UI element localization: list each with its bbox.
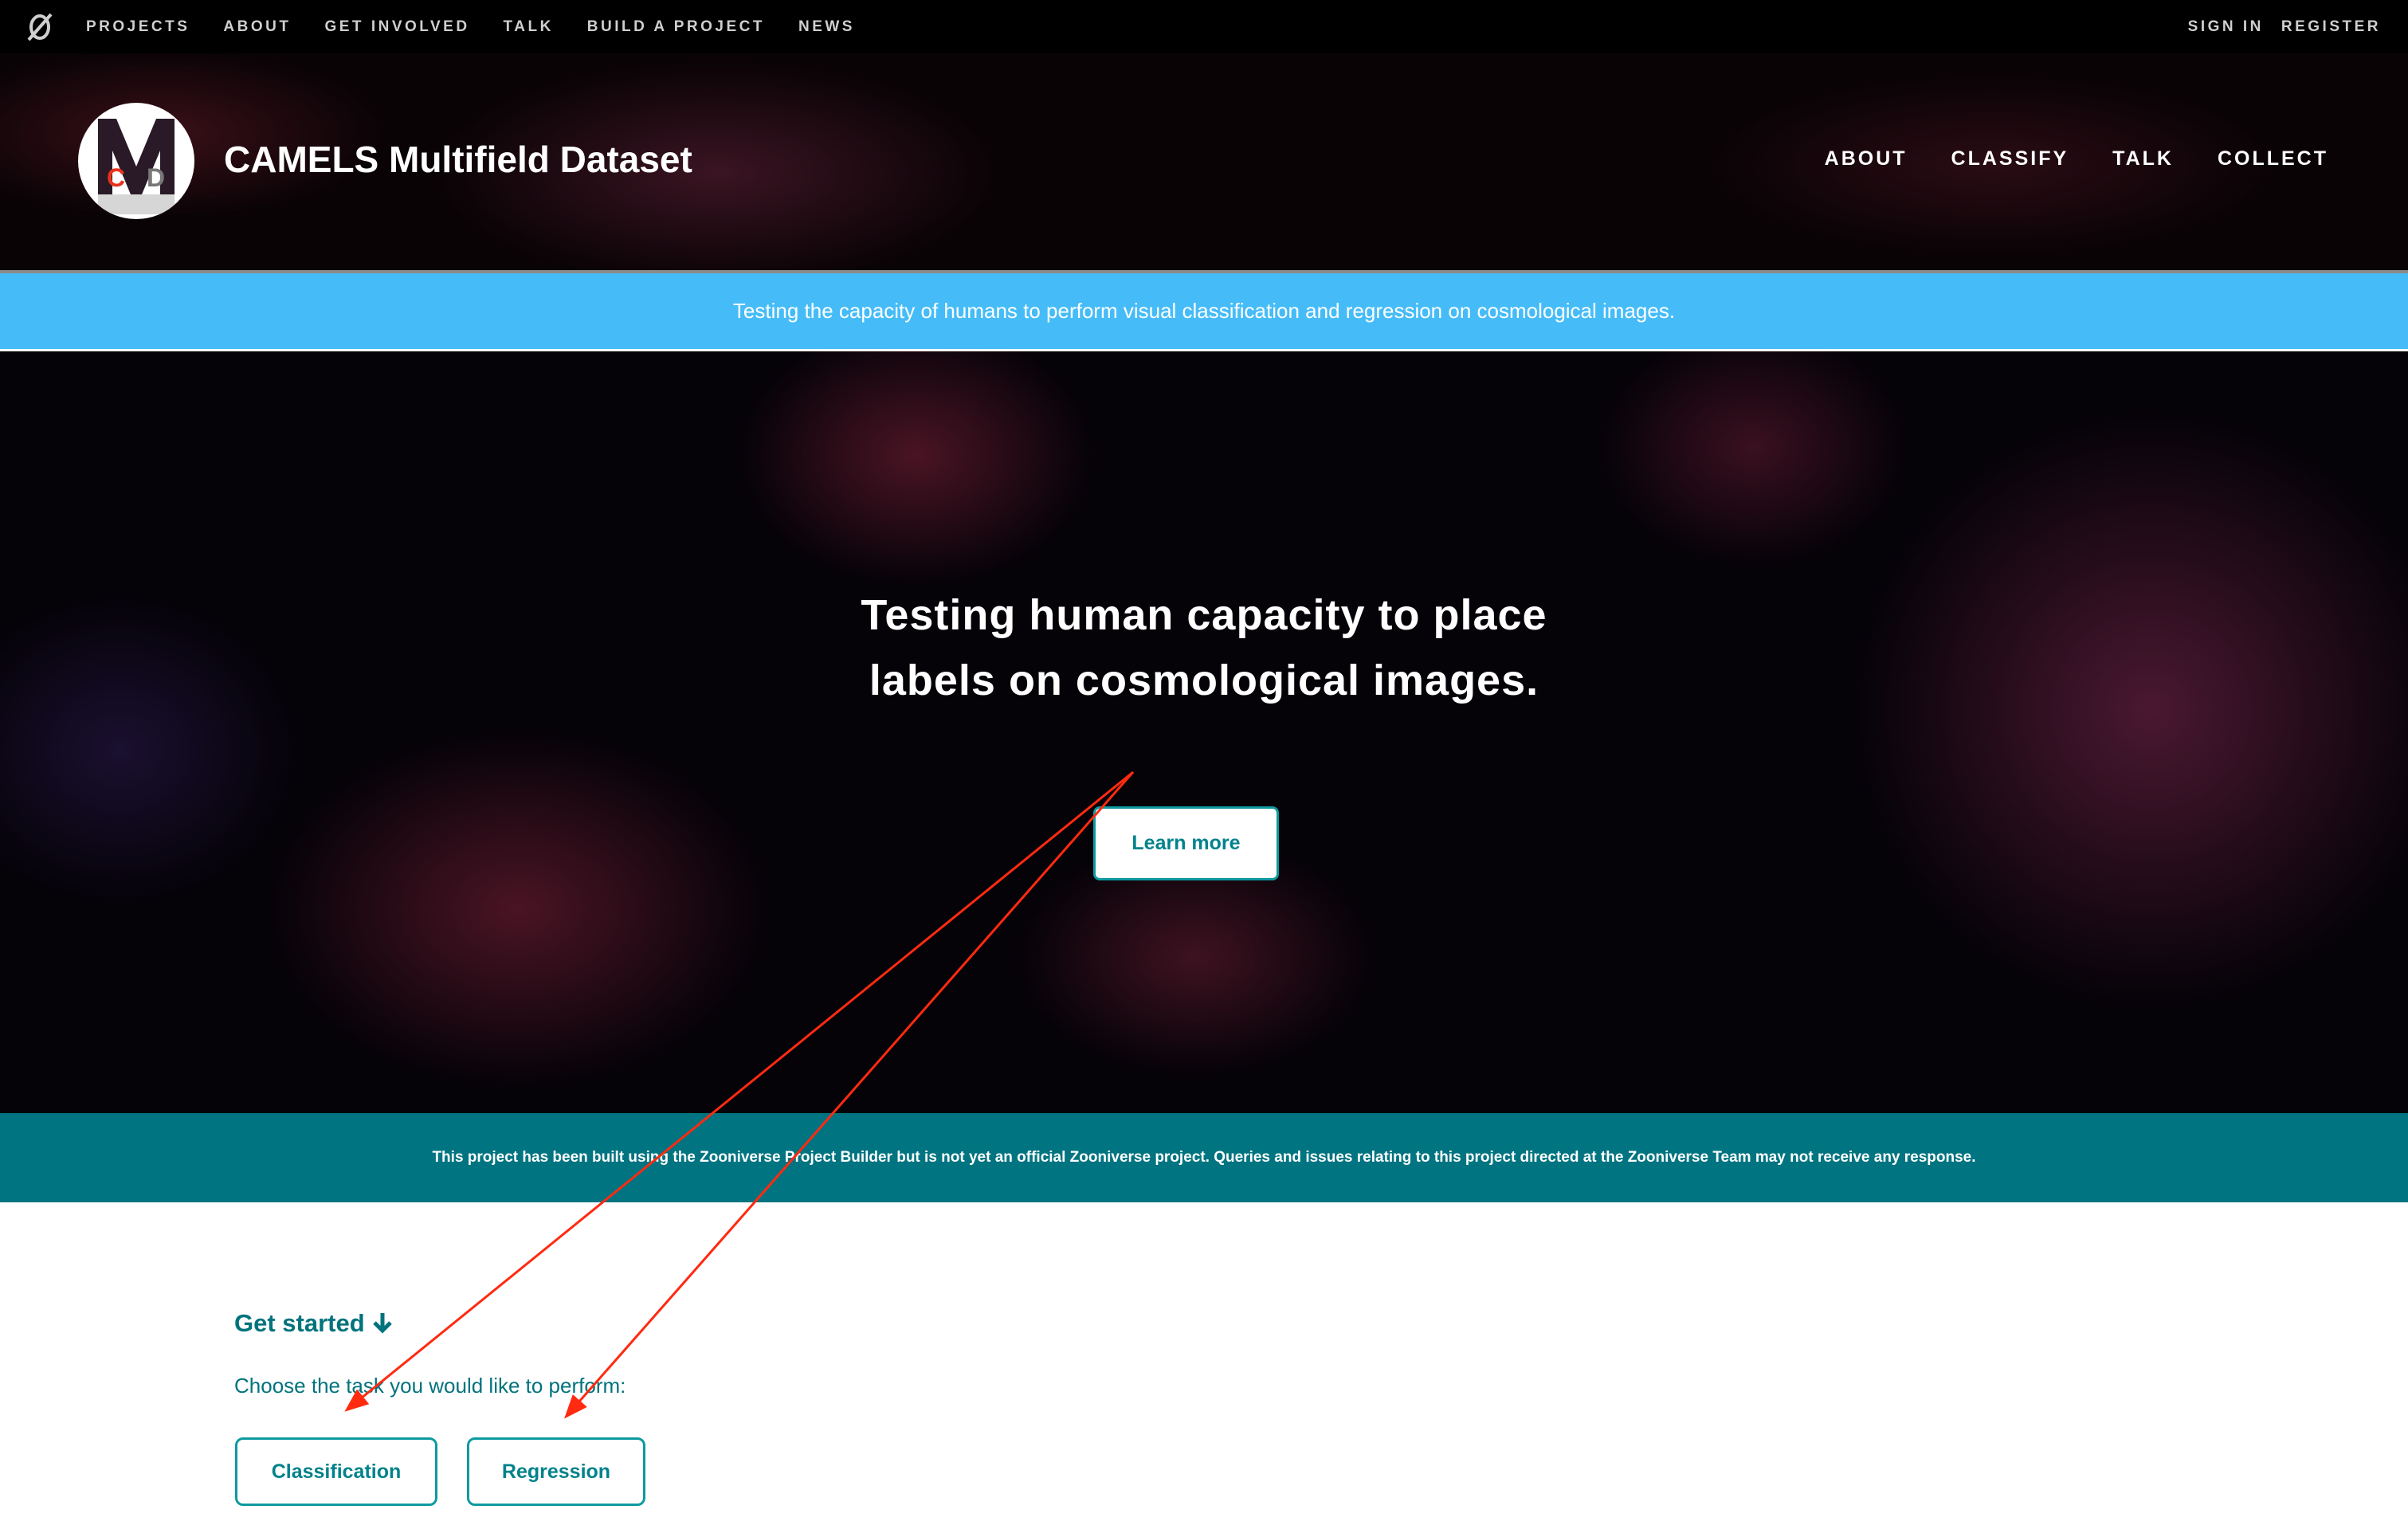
announcement-banner: Testing the capacity of humans to perfor… — [0, 273, 2408, 349]
project-nav-collect[interactable]: COLLECT — [2218, 147, 2328, 171]
get-started-heading: Get started — [234, 1309, 394, 1338]
nav-about[interactable]: ABOUT — [223, 18, 291, 36]
project-header: C D CAMELS Multifield Dataset ABOUT CLAS… — [0, 53, 2408, 270]
get-started-label: Get started — [234, 1309, 365, 1337]
hero-title-line: Testing human capacity to place — [861, 591, 1547, 639]
hero-title: Testing human capacity to place labels o… — [0, 582, 2408, 713]
classification-button[interactable]: Classification — [235, 1437, 437, 1506]
project-nav-classify[interactable]: CLASSIFY — [1951, 147, 2069, 171]
zooniverse-nav: PROJECTS ABOUT GET INVOLVED TALK BUILD A… — [86, 18, 888, 36]
unofficial-project-notice: This project has been built using the Zo… — [0, 1113, 2408, 1202]
auth-links: SIGN IN REGISTER — [2171, 0, 2408, 53]
project-nav: ABOUT CLASSIFY TALK COLLECT — [1825, 147, 2328, 171]
nav-talk[interactable]: TALK — [504, 18, 554, 36]
regression-button[interactable]: Regression — [467, 1437, 645, 1506]
sign-in-link[interactable]: SIGN IN — [2188, 18, 2264, 36]
nav-projects[interactable]: PROJECTS — [86, 18, 190, 36]
task-prompt: Choose the task you would like to perfor… — [234, 1374, 626, 1398]
nav-build-a-project[interactable]: BUILD A PROJECT — [587, 18, 765, 36]
project-nav-talk[interactable]: TALK — [2112, 147, 2174, 171]
zooniverse-topbar: PROJECTS ABOUT GET INVOLVED TALK BUILD A… — [0, 0, 2408, 53]
svg-text:D: D — [147, 163, 165, 192]
nav-news[interactable]: NEWS — [798, 18, 855, 36]
hero-section: Testing human capacity to place labels o… — [0, 351, 2408, 1113]
learn-more-button[interactable]: Learn more — [1093, 806, 1279, 880]
register-link[interactable]: REGISTER — [2281, 18, 2381, 36]
project-nav-about[interactable]: ABOUT — [1825, 147, 1908, 171]
hero-title-line: labels on cosmological images. — [869, 657, 1539, 704]
svg-text:C: C — [107, 163, 125, 192]
zooniverse-logo-icon[interactable] — [24, 11, 56, 43]
nav-get-involved[interactable]: GET INVOLVED — [324, 18, 469, 36]
project-logo[interactable]: C D — [78, 103, 194, 219]
arrow-down-icon — [373, 1313, 393, 1334]
project-title[interactable]: CAMELS Multifield Dataset — [224, 138, 692, 181]
